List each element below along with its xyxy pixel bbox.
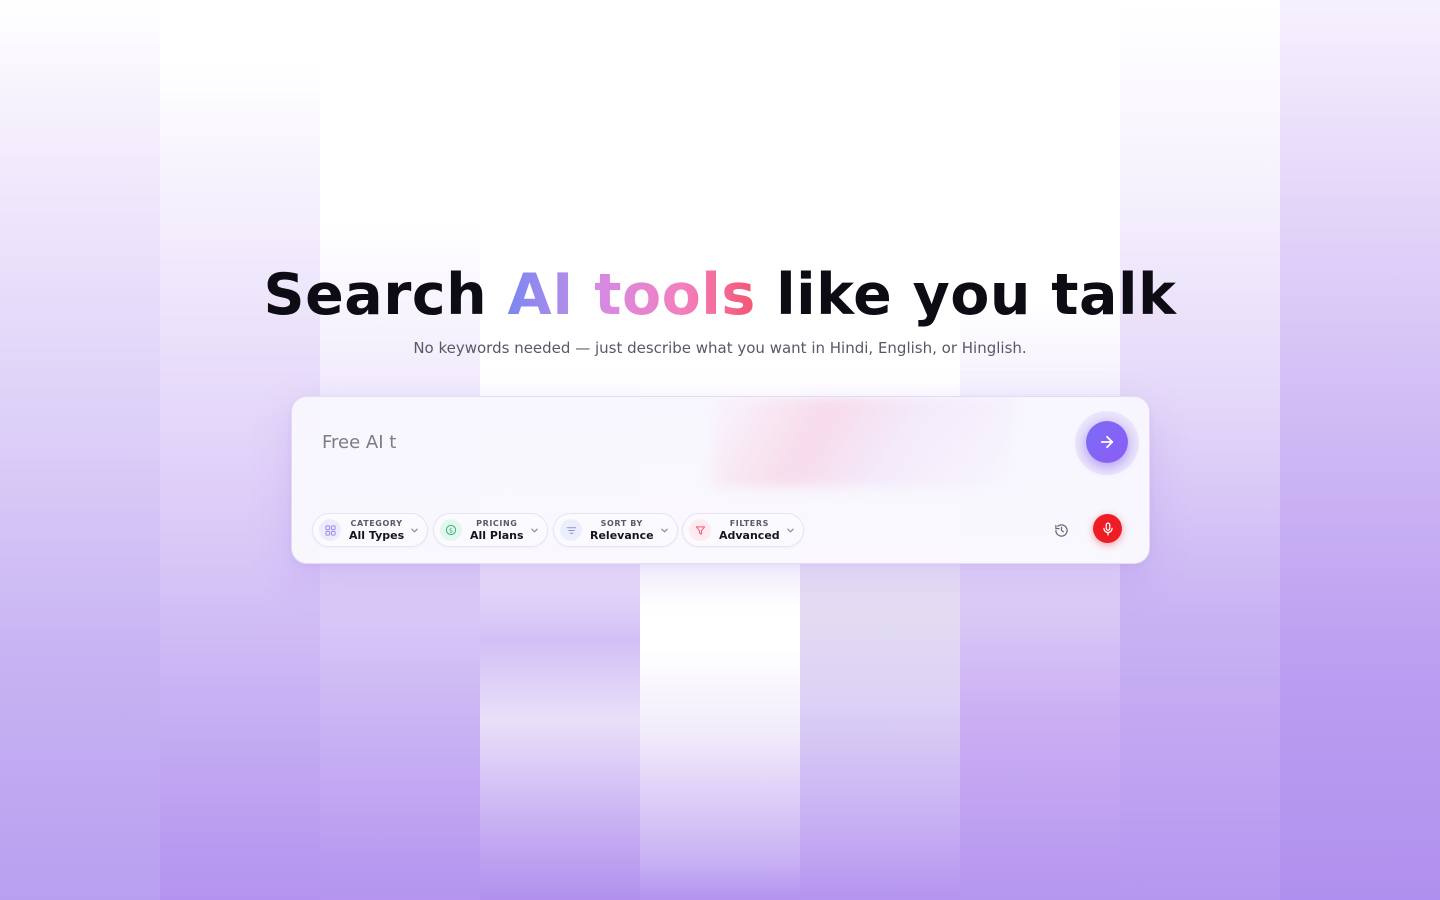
category-dropdown[interactable]: CATEGORY All Types [312,513,429,547]
svg-text:$: $ [449,526,453,534]
funnel-icon [689,519,711,541]
microphone-icon [1101,522,1115,536]
chip-label: FILTERS [729,518,769,528]
chip-text: SORT BY Relevance [590,518,654,542]
chip-value: All Plans [470,528,524,542]
pricing-dropdown[interactable]: $ PRICING All Plans [433,513,548,547]
history-button[interactable] [1048,517,1074,543]
search-card: CATEGORY All Types $ PRICING All Plans [291,396,1150,564]
title-highlight-tools: tools [594,262,756,328]
background-strip [1280,0,1440,900]
chevron-down-icon [530,526,539,535]
filters-dropdown[interactable]: FILTERS Advanced [682,513,804,547]
chevron-down-icon [660,526,669,535]
title-prefix: Search [263,262,508,328]
chip-label: SORT BY [600,518,643,528]
sort-dropdown[interactable]: SORT BY Relevance [553,513,678,547]
dollar-icon: $ [440,519,462,541]
voice-search-button[interactable] [1093,514,1122,543]
title-highlight-ai: AI [507,262,574,328]
chip-label: CATEGORY [350,518,403,528]
chip-text: PRICING All Plans [470,518,524,542]
sort-lines-icon [560,519,582,541]
arrow-right-icon [1098,433,1116,451]
chip-text: CATEGORY All Types [349,518,405,542]
title-space [574,262,594,328]
chevron-down-icon [410,526,419,535]
grid-icon [319,519,341,541]
chip-value: All Types [349,528,405,542]
chevron-down-icon [786,526,795,535]
chip-text: FILTERS Advanced [719,518,780,542]
title-suffix: like you talk [755,262,1177,328]
page-title: Search AI tools like you talk [0,262,1440,328]
search-input[interactable] [322,427,1042,457]
page-subtitle: No keywords needed — just describe what … [413,339,1027,357]
chip-value: Relevance [590,528,654,542]
history-icon [1054,523,1069,538]
submit-search-button[interactable] [1086,421,1128,463]
background-strip [0,0,160,900]
chip-label: PRICING [476,518,518,528]
chip-value: Advanced [719,528,780,542]
